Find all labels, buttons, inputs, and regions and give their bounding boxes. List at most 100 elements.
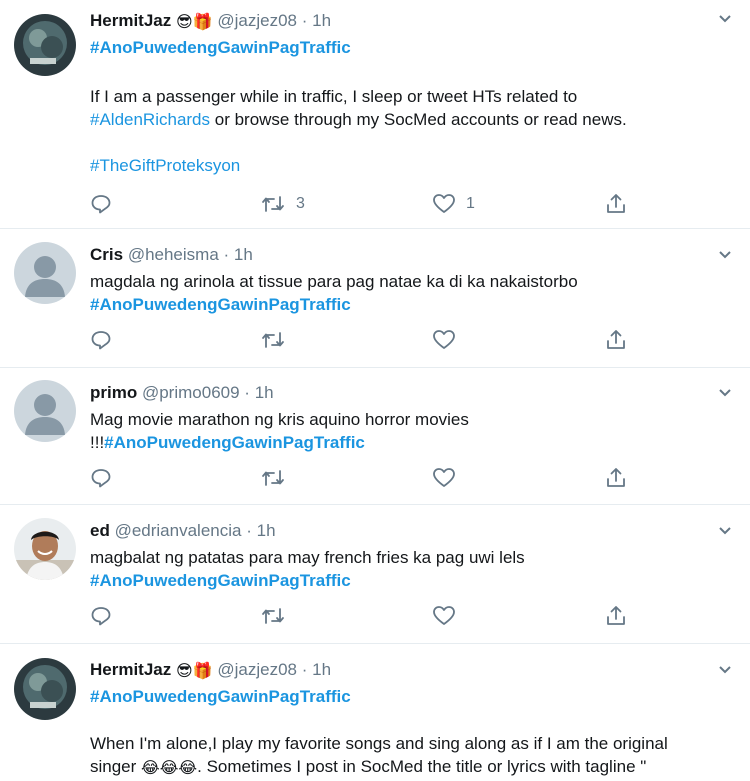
retweet-button[interactable]	[260, 327, 286, 353]
tweet-actions: 3 1	[90, 191, 750, 217]
retweet-button[interactable]	[260, 603, 286, 629]
tweet-actions	[90, 603, 750, 629]
user-handle[interactable]: @jazjez08	[217, 660, 297, 679]
name-emojis: 😎🎁	[176, 14, 213, 31]
name-emojis: 😎🎁	[176, 663, 213, 680]
chevron-down-icon[interactable]	[718, 248, 732, 262]
tweet-header: ed @edrianvalencia · 1h	[90, 520, 734, 542]
share-icon	[607, 468, 625, 487]
like-icon	[433, 194, 455, 213]
share-button[interactable]	[605, 191, 627, 217]
timestamp[interactable]: 1h	[312, 11, 331, 30]
chevron-down-icon[interactable]	[718, 524, 732, 538]
tweet-text: magbalat ng patatas para may french frie…	[90, 546, 734, 592]
retweet-button[interactable]	[260, 465, 286, 491]
retweet-button[interactable]: 3	[260, 191, 305, 217]
share-button[interactable]	[605, 327, 627, 353]
tweet[interactable]: ed @edrianvalencia · 1h magbalat ng pata…	[0, 505, 750, 644]
avatar[interactable]	[14, 658, 76, 720]
share-icon	[607, 194, 625, 213]
retweet-icon	[262, 332, 284, 348]
like-button[interactable]	[432, 327, 456, 353]
tweet-hashtag-line: #AnoPuwedengGawinPagTraffic	[90, 36, 734, 59]
reply-icon	[91, 607, 111, 626]
tweet-text-part: Mag movie marathon ng kris aquino horror…	[90, 410, 469, 429]
tweet-header: Cris @heheisma · 1h	[90, 244, 734, 266]
avatar[interactable]	[14, 242, 76, 304]
tweet-text: magdala ng arinola at tissue para pag na…	[90, 270, 734, 316]
tweet[interactable]: primo @primo0609 · 1h Mag movie marathon…	[0, 368, 750, 505]
share-icon	[607, 606, 625, 625]
tweet-text-part: or browse through my SocMed accounts or …	[210, 110, 627, 129]
retweet-icon	[262, 470, 284, 486]
hashtag-link[interactable]: #AldenRichards	[90, 110, 210, 129]
tweet[interactable]: Cris @heheisma · 1h magdala ng arinola a…	[0, 229, 750, 368]
separator-dot: ·	[244, 383, 250, 402]
tweet-text-part: !!!	[90, 433, 105, 452]
tweet-actions	[90, 465, 750, 491]
user-handle[interactable]: @heheisma	[128, 245, 219, 264]
reply-button[interactable]	[90, 465, 112, 491]
like-button[interactable]: 1	[432, 191, 475, 217]
user-handle[interactable]: @edrianvalencia	[115, 521, 242, 540]
like-icon	[433, 468, 455, 487]
display-name[interactable]: primo	[90, 383, 137, 402]
separator-dot: ·	[301, 11, 308, 30]
tweet-text: If I am a passenger while in traffic, I …	[90, 85, 734, 131]
hashtag-link[interactable]: #AnoPuwedengGawinPagTraffic	[90, 687, 351, 706]
reply-button[interactable]	[90, 603, 112, 629]
retweet-icon	[262, 196, 284, 212]
separator-dot: ·	[301, 660, 308, 679]
reply-button[interactable]	[90, 327, 112, 353]
reply-icon	[91, 469, 111, 488]
tweet-header: primo @primo0609 · 1h	[90, 382, 734, 404]
tweet-text: When I'm alone,I play my favorite songs …	[90, 732, 734, 780]
like-button[interactable]	[432, 465, 456, 491]
chevron-down-icon[interactable]	[718, 663, 732, 677]
share-button[interactable]	[605, 465, 627, 491]
share-icon	[607, 330, 625, 349]
like-button[interactable]	[432, 603, 456, 629]
display-name[interactable]: HermitJaz	[90, 660, 171, 679]
tweet-text-part: singer	[90, 757, 142, 776]
tweet-text: Mag movie marathon ng kris aquino horror…	[90, 408, 734, 454]
like-count: 1	[466, 195, 475, 212]
hashtag-link[interactable]: #AnoPuwedengGawinPagTraffic	[90, 571, 351, 590]
display-name[interactable]: HermitJaz	[90, 11, 171, 30]
retweet-count: 3	[296, 195, 305, 212]
tweet-text-part: . Sometimes I post in SocMed the title o…	[197, 757, 647, 776]
display-name[interactable]: ed	[90, 521, 110, 540]
timestamp[interactable]: 1h	[312, 660, 331, 679]
avatar[interactable]	[14, 14, 76, 76]
avatar[interactable]	[14, 518, 76, 580]
reply-button[interactable]	[90, 191, 112, 217]
user-handle[interactable]: @jazjez08	[217, 11, 297, 30]
tweet-header: HermitJaz 😎🎁 @jazjez08 · 1h	[90, 10, 734, 32]
share-button[interactable]	[605, 603, 627, 629]
tweet-actions	[90, 327, 750, 353]
tweet[interactable]: HermitJaz 😎🎁 @jazjez08 · 1h #AnoPuwedeng…	[0, 0, 750, 229]
tweet-text-part: magdala ng arinola at tissue para pag na…	[90, 272, 578, 291]
chevron-down-icon[interactable]	[718, 12, 732, 26]
hashtag-link[interactable]: #TheGiftProteksyon	[90, 156, 240, 175]
tweet-text-part: When I'm alone,I play my favorite songs …	[90, 734, 668, 753]
chevron-down-icon[interactable]	[718, 386, 732, 400]
tweet-header: HermitJaz 😎🎁 @jazjez08 · 1h	[90, 659, 734, 681]
timestamp[interactable]: 1h	[257, 521, 276, 540]
hashtag-link[interactable]: #AnoPuwedengGawinPagTraffic	[104, 433, 365, 452]
reply-icon	[91, 195, 111, 214]
tweet[interactable]: HermitJaz 😎🎁 @jazjez08 · 1h #AnoPuwedeng…	[0, 644, 750, 781]
user-handle[interactable]: @primo0609	[142, 383, 240, 402]
timestamp[interactable]: 1h	[255, 383, 274, 402]
separator-dot: ·	[223, 245, 230, 264]
display-name[interactable]: Cris	[90, 245, 123, 264]
timestamp[interactable]: 1h	[234, 245, 253, 264]
hashtag-link[interactable]: #AnoPuwedengGawinPagTraffic	[90, 38, 351, 57]
separator-dot: ·	[246, 521, 252, 540]
avatar[interactable]	[14, 380, 76, 442]
tweet-text-part: If I am a passenger while in traffic, I …	[90, 87, 578, 106]
like-icon	[433, 330, 455, 349]
tweet-extra-tag-line: #TheGiftProteksyon	[90, 154, 734, 177]
hashtag-link[interactable]: #AnoPuwedengGawinPagTraffic	[90, 295, 351, 314]
tweet-hashtag-line: #AnoPuwedengGawinPagTraffic	[90, 685, 734, 708]
